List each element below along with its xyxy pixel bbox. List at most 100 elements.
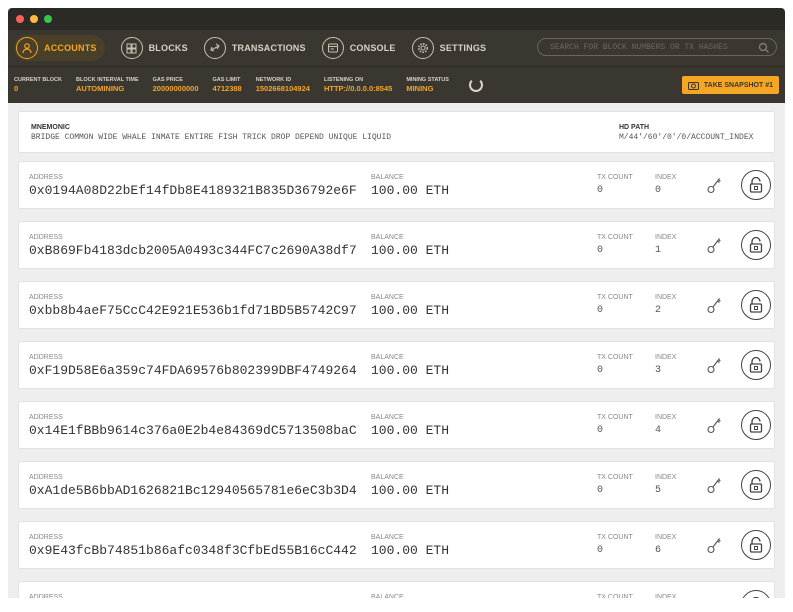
address-value: 0xF19D58E6a359c74FDA69576b802399DBF47492…: [29, 363, 357, 378]
tab-accounts[interactable]: ACCOUNTS: [14, 35, 105, 61]
index-label: INDEX: [655, 294, 677, 301]
main-nav: ACCOUNTS BLOCKS TRANSACTIONS CONSOLE SET…: [8, 30, 785, 67]
tx-count-label: TX COUNT: [597, 294, 633, 301]
tx-count-label: TX COUNT: [597, 234, 633, 241]
stat-listening: LISTENING ON HTTP://0.0.0.0:8545: [324, 77, 392, 94]
network-value: 1502668104924: [255, 83, 310, 93]
key-icon[interactable]: [707, 536, 723, 559]
tab-transactions-label: TRANSACTIONS: [231, 43, 306, 53]
key-icon[interactable]: [707, 236, 723, 259]
status-bar: CURRENT BLOCK 0 BLOCK INTERVAL TIME AUTO…: [8, 67, 785, 103]
stat-gas-limit: GAS LIMIT 4712388: [213, 77, 242, 94]
account-row: ADDRESS 0xA1de5B6bbAD1626821Bc1294056578…: [18, 461, 775, 509]
mnemonic-card: MNEMONIC BRIDGE COMMON WIDE WHALE INMATE…: [18, 111, 775, 153]
index-label: INDEX: [655, 474, 677, 481]
minimize-window-button[interactable]: [30, 15, 38, 23]
index-label: INDEX: [655, 414, 677, 421]
balance-value: 100.00 ETH: [371, 423, 450, 438]
tx-count-value: 0: [597, 545, 604, 556]
address-label: ADDRESS: [29, 294, 63, 301]
console-icon: [321, 37, 344, 59]
hd-path-value: M/44'/60'/0'/0/ACCOUNT_INDEX: [619, 133, 754, 142]
lock-icon[interactable]: [741, 290, 771, 320]
balance-label: BALANCE: [371, 594, 404, 598]
lock-icon[interactable]: [741, 410, 771, 440]
transactions-icon: [203, 37, 226, 59]
index-label: INDEX: [655, 534, 677, 541]
current-block-label: CURRENT BLOCK: [14, 76, 62, 83]
take-snapshot-button[interactable]: TAKE SNAPSHOT #1: [681, 76, 779, 94]
close-window-button[interactable]: [16, 15, 24, 23]
take-snapshot-label: TAKE SNAPSHOT #1: [703, 81, 773, 89]
interval-value: AUTOMINING: [75, 83, 125, 93]
tab-blocks[interactable]: BLOCKS: [119, 35, 188, 61]
tx-count-value: 0: [597, 245, 604, 256]
balance-value: 100.00 ETH: [371, 363, 450, 378]
tab-accounts-label: ACCOUNTS: [44, 43, 97, 53]
tab-transactions[interactable]: TRANSACTIONS: [202, 35, 306, 61]
maximize-window-button[interactable]: [44, 15, 52, 23]
tab-settings[interactable]: SETTINGS: [410, 35, 487, 61]
account-row: ADDRESS 0xB869Fb4183dcb2005A0493c344FC7c…: [18, 221, 775, 269]
index-label: INDEX: [655, 354, 677, 361]
tx-count-label: TX COUNT: [597, 174, 633, 181]
index-value: 2: [655, 305, 662, 316]
user-icon: [16, 37, 38, 59]
stat-mining: MINING STATUS MINING: [406, 77, 449, 94]
search-input[interactable]: [548, 41, 762, 53]
stat-current-block: CURRENT BLOCK 0: [14, 77, 62, 94]
key-icon[interactable]: [707, 176, 723, 199]
account-row: ADDRESS BALANCE TX COUNT INDEX: [18, 581, 775, 598]
index-value: 6: [655, 545, 662, 556]
tx-count-label: TX COUNT: [597, 414, 633, 421]
index-value: 1: [655, 245, 662, 256]
key-icon[interactable]: [707, 356, 723, 379]
address-value: 0xB869Fb4183dcb2005A0493c344FC7c2690A38d…: [29, 243, 357, 258]
tx-count-value: 0: [597, 185, 604, 196]
mnemonic-value: BRIDGE COMMON WIDE WHALE INMATE ENTIRE F…: [31, 133, 392, 142]
mining-spinner-icon: [468, 78, 483, 92]
tx-count-value: 0: [597, 485, 604, 496]
lock-icon[interactable]: [741, 350, 771, 380]
lock-icon[interactable]: [741, 230, 771, 260]
tx-count-label: TX COUNT: [597, 354, 633, 361]
address-value: 0x14E1fBBb9614c376a0E2b4e84369dC5713508b…: [29, 423, 357, 438]
address-value: 0x9E43fcBb74851b86afc0348f3CfbEd55B16cC4…: [29, 543, 357, 558]
account-row: ADDRESS 0x9E43fcBb74851b86afc0348f3CfbEd…: [18, 521, 775, 569]
tx-count-label: TX COUNT: [597, 534, 633, 541]
lock-icon[interactable]: [741, 530, 771, 560]
key-icon[interactable]: [707, 596, 723, 598]
account-row: ADDRESS 0xbb8b4aeF75CcC42E921E536b1fd71B…: [18, 281, 775, 329]
balance-value: 100.00 ETH: [371, 243, 450, 258]
key-icon[interactable]: [707, 296, 723, 319]
balance-label: BALANCE: [371, 354, 404, 361]
address-value: 0xA1de5B6bbAD1626821Bc12940565781e6eC3b3…: [29, 483, 357, 498]
tx-count-value: 0: [597, 365, 604, 376]
mnemonic-label: MNEMONIC: [31, 124, 70, 131]
balance-label: BALANCE: [371, 414, 404, 421]
mining-value: MINING: [406, 83, 434, 93]
tx-count-value: 0: [597, 425, 604, 436]
tab-console[interactable]: CONSOLE: [320, 35, 396, 61]
account-row: ADDRESS 0x0194A08D22bEf14fDb8E4189321B83…: [18, 161, 775, 209]
address-label: ADDRESS: [29, 354, 63, 361]
gear-icon: [411, 37, 434, 59]
hd-path-label: HD PATH: [619, 124, 650, 131]
ganache-window: ACCOUNTS BLOCKS TRANSACTIONS CONSOLE SET…: [8, 8, 785, 598]
search-icon[interactable]: [758, 41, 770, 59]
address-value: 0xbb8b4aeF75CcC42E921E536b1fd71BD5B5742C…: [29, 303, 357, 318]
accounts-panel: MNEMONIC BRIDGE COMMON WIDE WHALE INMATE…: [8, 103, 785, 598]
lock-icon[interactable]: [741, 590, 771, 598]
address-label: ADDRESS: [29, 474, 63, 481]
stat-interval: BLOCK INTERVAL TIME AUTOMINING: [76, 77, 139, 94]
lock-icon[interactable]: [741, 470, 771, 500]
account-row: ADDRESS 0x14E1fBBb9614c376a0E2b4e84369dC…: [18, 401, 775, 449]
listening-label: LISTENING ON: [323, 76, 364, 83]
lock-icon[interactable]: [741, 170, 771, 200]
index-value: 4: [655, 425, 662, 436]
key-icon[interactable]: [707, 476, 723, 499]
balance-label: BALANCE: [371, 294, 404, 301]
balance-value: 100.00 ETH: [371, 303, 450, 318]
key-icon[interactable]: [707, 416, 723, 439]
title-bar: [8, 8, 785, 30]
